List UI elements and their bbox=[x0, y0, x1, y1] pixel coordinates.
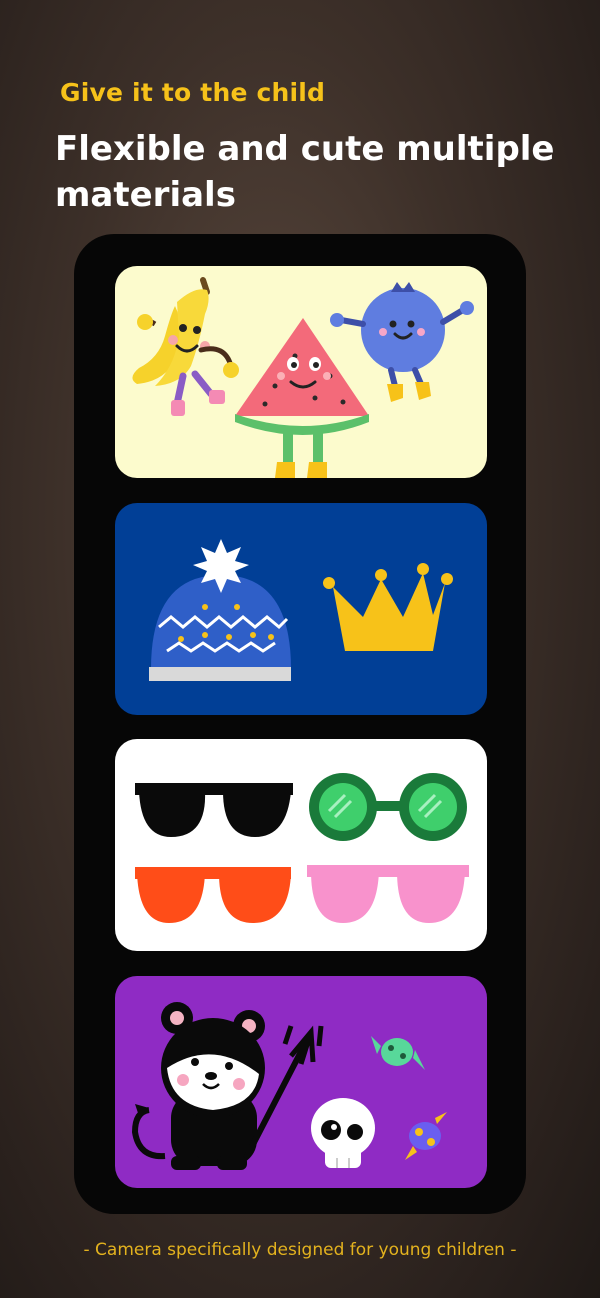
skull-icon bbox=[311, 1098, 375, 1168]
sticker-card-halloween[interactable] bbox=[115, 976, 487, 1188]
beanie-hat-icon bbox=[149, 539, 291, 681]
blueberry-icon bbox=[330, 282, 474, 402]
watermelon-icon bbox=[235, 318, 369, 478]
subtitle: Give it to the child bbox=[60, 78, 326, 107]
candy-icon bbox=[405, 1112, 447, 1160]
pink-sunglasses-icon bbox=[307, 865, 469, 923]
black-sunglasses-icon bbox=[135, 783, 293, 837]
orange-sunglasses-icon bbox=[135, 867, 291, 923]
green-glasses-icon bbox=[309, 773, 467, 841]
banana-icon bbox=[132, 277, 239, 416]
sticker-card-hats[interactable] bbox=[115, 503, 487, 715]
page-title: Flexible and cute multiple materials bbox=[55, 129, 555, 215]
footer-tagline: - Camera specifically designed for young… bbox=[83, 1240, 517, 1260]
crown-icon bbox=[323, 563, 453, 651]
sticker-card-fruits[interactable] bbox=[115, 266, 487, 478]
sticker-card-glasses[interactable] bbox=[115, 739, 487, 951]
devil-bear-icon bbox=[131, 1002, 324, 1170]
candy-icon bbox=[371, 1036, 425, 1070]
phone-frame bbox=[74, 234, 526, 1214]
